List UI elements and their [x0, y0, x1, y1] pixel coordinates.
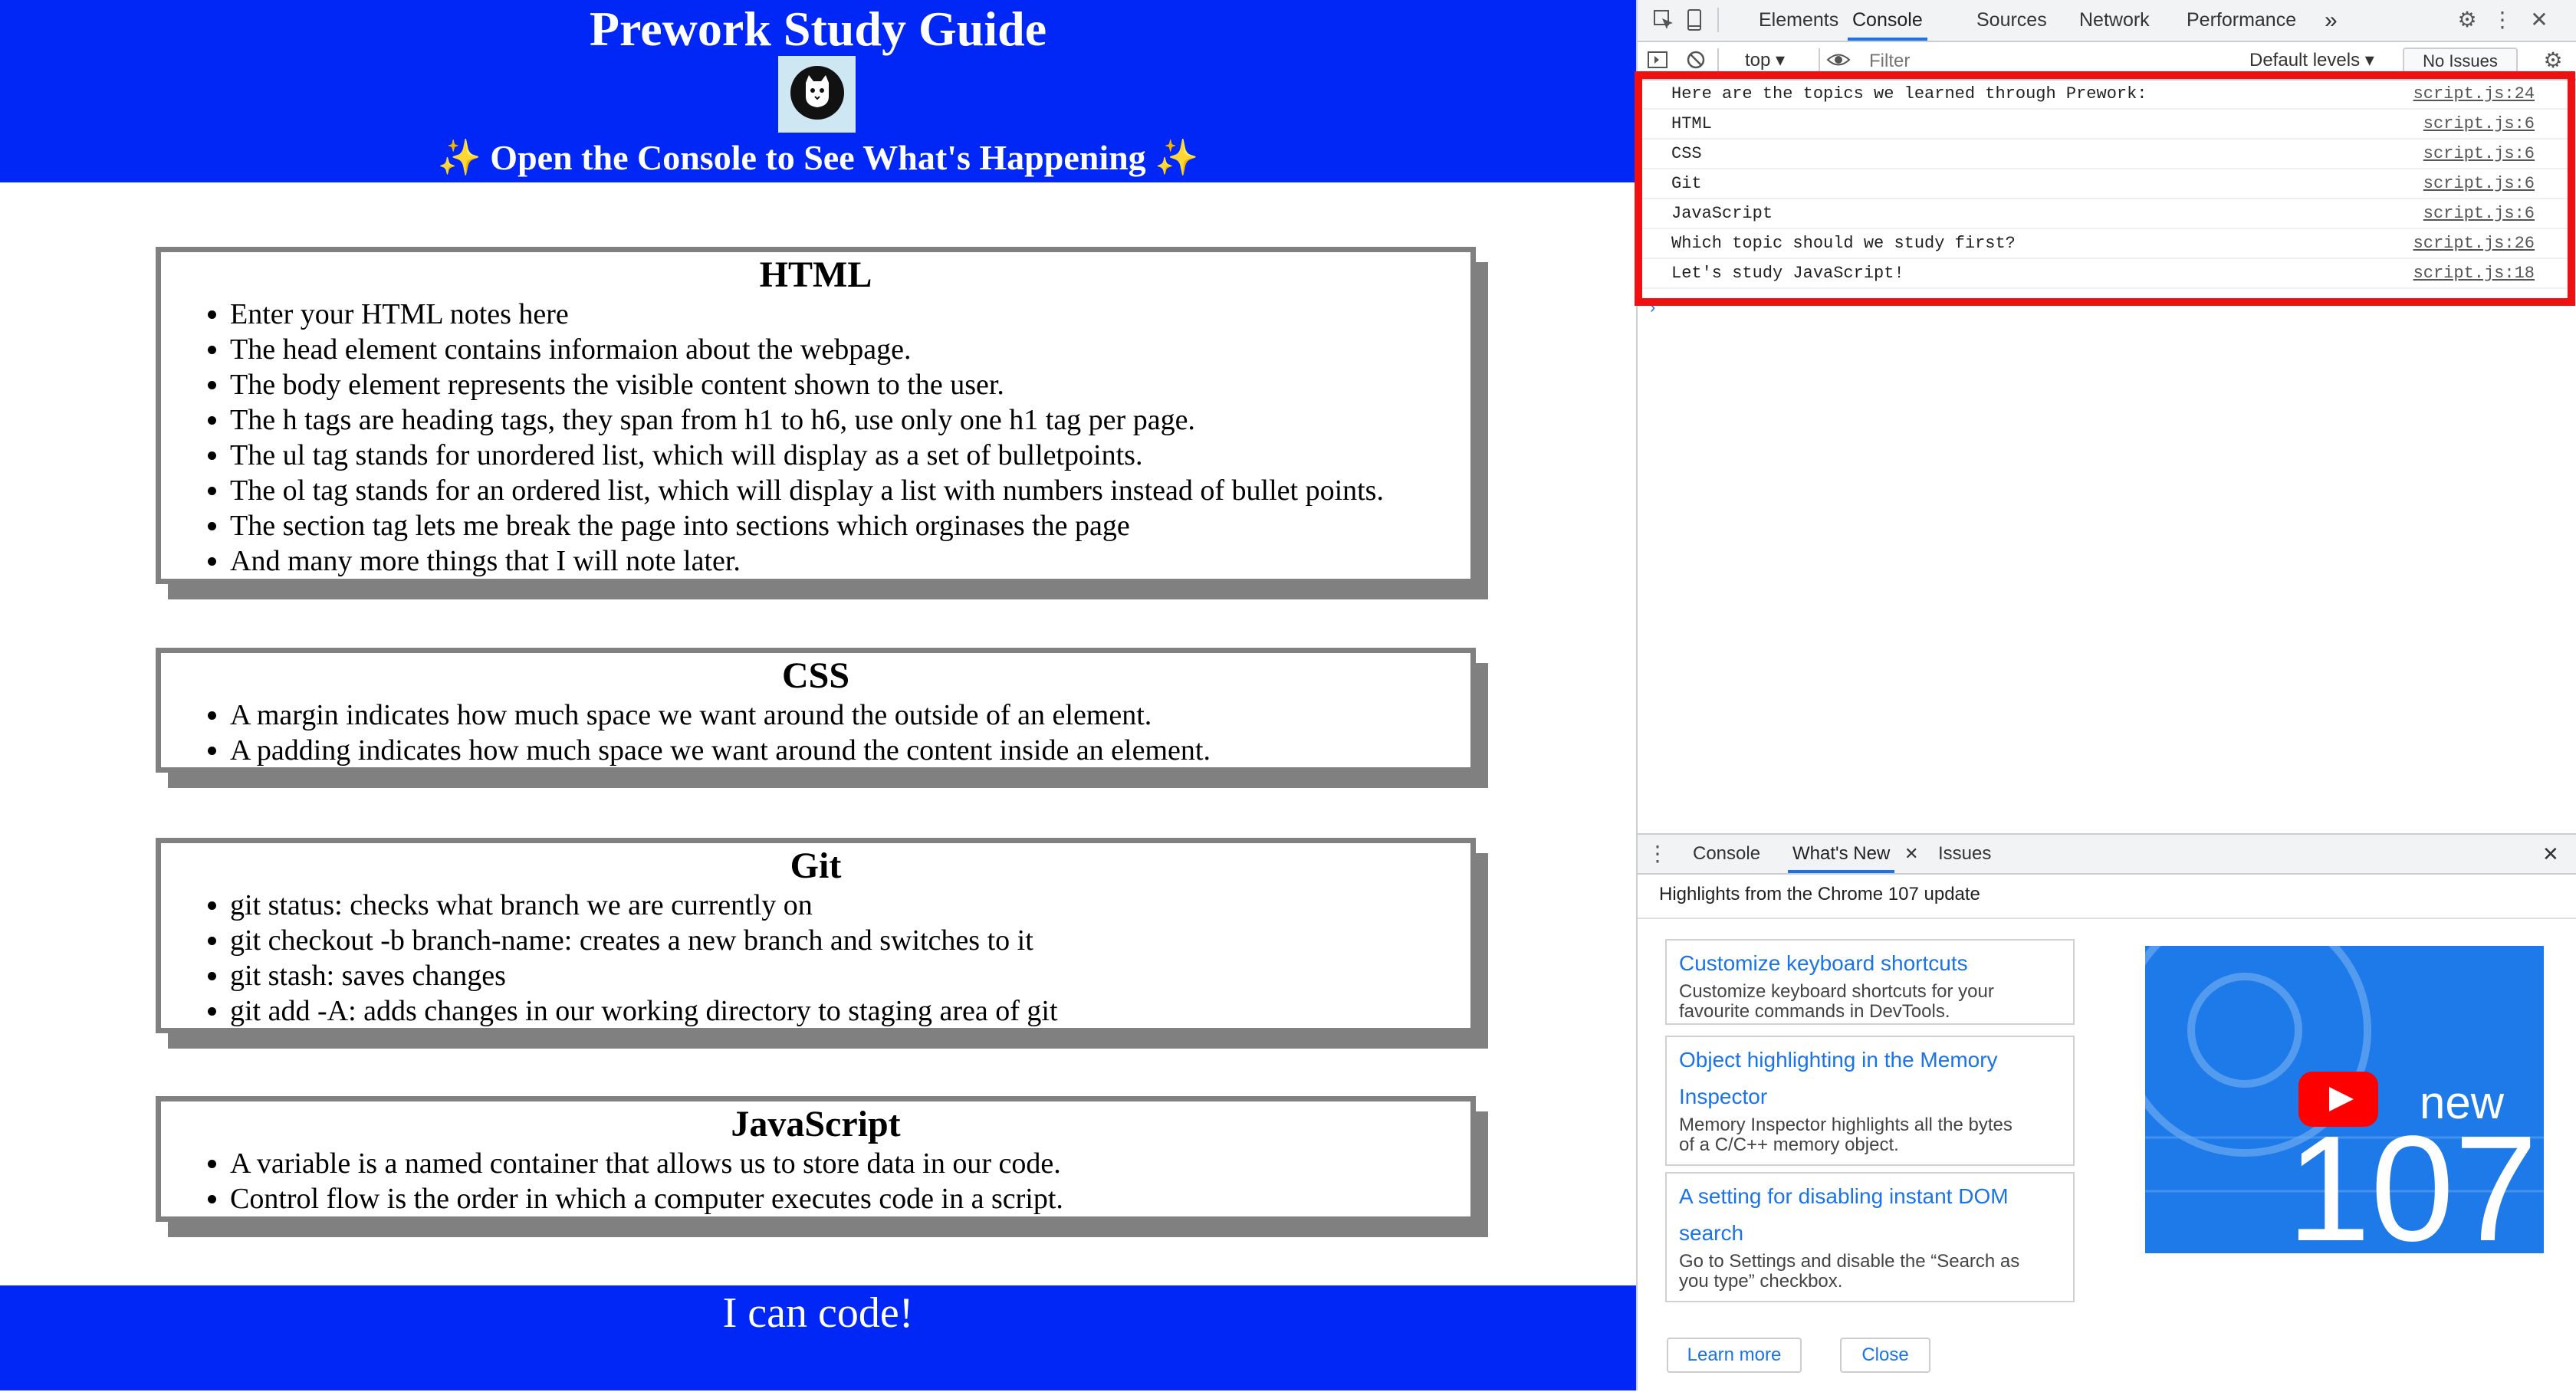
sidebar-toggle-icon[interactable] [1645, 48, 1670, 73]
feature-link[interactable]: Object highlighting in the Memory [1679, 1042, 2061, 1078]
cat-logo-icon [778, 56, 856, 133]
close-button[interactable]: Close [1840, 1338, 1930, 1373]
feature-link[interactable]: search [1679, 1215, 2061, 1252]
page-footer: I can code! [0, 1285, 1636, 1390]
section-heading: HTML [759, 254, 872, 295]
feature-card: Object highlighting in the Memory Inspec… [1665, 1036, 2075, 1166]
list-item: And many more things that I will note la… [230, 543, 1470, 579]
eye-icon[interactable] [1826, 48, 1851, 73]
devtools-drawer: ⋮ Console What's New ✕ Issues ✕ Highligh… [1638, 833, 2576, 1392]
section-javascript: JavaScript A variable is a named contain… [156, 1096, 1476, 1222]
drawer-tab-bar: ⋮ Console What's New ✕ Issues ✕ [1638, 835, 2576, 875]
devtools-panel: Elements Console Sources Network Perform… [1635, 0, 2576, 1392]
list-item: A margin indicates how much space we wan… [230, 698, 1470, 733]
feature-link[interactable]: A setting for disabling instant DOM [1679, 1178, 2061, 1215]
section-list: A variable is a named container that all… [161, 1146, 1470, 1216]
clear-console-icon[interactable] [1684, 48, 1708, 73]
promo-version-label: 107 [2287, 1105, 2538, 1254]
list-item: git checkout -b branch-name: creates a n… [230, 923, 1470, 958]
feature-card: A setting for disabling instant DOM sear… [1665, 1172, 2075, 1302]
list-item: A padding indicates how much space we wa… [230, 733, 1470, 768]
footer-text: I can code! [722, 1289, 914, 1337]
list-item: The h tags are heading tags, they span f… [230, 402, 1470, 438]
list-item: A variable is a named container that all… [230, 1146, 1470, 1181]
page-subtitle: ✨ Open the Console to See What's Happeni… [437, 138, 1199, 177]
list-item: Control flow is the order in which a com… [230, 1181, 1470, 1216]
list-item: git status: checks what branch we are cu… [230, 888, 1470, 923]
toolbar-divider [1717, 48, 1719, 73]
list-item: The ul tag stands for unordered list, wh… [230, 438, 1470, 473]
drawer-tab-issues[interactable]: Issues [1938, 835, 1991, 873]
learn-more-button[interactable]: Learn more [1667, 1338, 1802, 1373]
more-tabs-icon[interactable]: » [2325, 0, 2338, 41]
list-item: git stash: saves changes [230, 958, 1470, 993]
tab-sources[interactable]: Sources [1976, 0, 2047, 41]
feature-card: Customize keyboard shortcuts Customize k… [1665, 939, 2075, 1025]
section-heading: JavaScript [731, 1104, 901, 1144]
close-whats-new-icon[interactable]: ✕ [1904, 835, 1918, 873]
feature-link[interactable]: Customize keyboard shortcuts [1679, 945, 2061, 982]
list-item: The ol tag stands for an ordered list, w… [230, 473, 1470, 508]
list-item: The head element contains informaion abo… [230, 332, 1470, 367]
tab-performance[interactable]: Performance [2187, 0, 2296, 41]
feature-description: favourite commands in DevTools. [1679, 1001, 1950, 1022]
list-item: Enter your HTML notes here [230, 297, 1470, 332]
close-devtools-icon[interactable]: ✕ [2527, 8, 2551, 32]
feature-description: Memory Inspector highlights all the byte… [1679, 1115, 2013, 1135]
tab-console[interactable]: Console [1848, 0, 1927, 41]
section-list: Enter your HTML notes here The head elem… [161, 297, 1470, 579]
list-item: The section tag lets me break the page i… [230, 508, 1470, 543]
tab-network[interactable]: Network [2079, 0, 2150, 41]
list-item: The body element represents the visible … [230, 367, 1470, 402]
section-git: Git git status: checks what branch we ar… [156, 838, 1476, 1033]
feature-link[interactable]: Inspector [1679, 1078, 2061, 1115]
section-css: CSS A margin indicates how much space we… [156, 648, 1476, 773]
settings-gear-icon[interactable]: ⚙ [2455, 8, 2479, 32]
console-settings-icon[interactable]: ⚙ [2541, 48, 2565, 73]
page-title: Prework Study Guide [589, 2, 1047, 56]
section-html: HTML Enter your HTML notes here The head… [156, 247, 1476, 584]
chrome-107-promo-image[interactable]: new 107 [2145, 946, 2544, 1253]
highlight-annotation-box [1635, 71, 2575, 306]
highlights-heading: Highlights from the Chrome 107 update [1659, 884, 1980, 904]
feature-description: Go to Settings and disable the “Search a… [1679, 1251, 2020, 1272]
device-toolbar-icon[interactable] [1682, 8, 1707, 32]
feature-description: of a C/C++ memory object. [1679, 1134, 1899, 1155]
feature-description: you type” checkbox. [1679, 1271, 1843, 1292]
feature-description: Customize keyboard shortcuts for your [1679, 981, 1994, 1002]
list-item: git add -A: adds changes in our working … [230, 993, 1470, 1029]
study-guide-page: Prework Study Guide ✨ Open the Console t… [0, 0, 1636, 1390]
issues-counter[interactable]: No Issues [2403, 48, 2518, 74]
section-list: A margin indicates how much space we wan… [161, 698, 1470, 768]
toolbar-divider [1717, 8, 1719, 32]
section-list: git status: checks what branch we are cu… [161, 888, 1470, 1029]
page-header: Prework Study Guide ✨ Open the Console t… [0, 0, 1636, 182]
tab-elements[interactable]: Elements [1759, 0, 1838, 41]
section-heading: CSS [781, 655, 850, 696]
drawer-tab-console[interactable]: Console [1693, 835, 1760, 873]
inspect-element-icon[interactable] [1651, 8, 1676, 32]
close-drawer-icon[interactable]: ✕ [2542, 835, 2559, 873]
devtools-tab-bar: Elements Console Sources Network Perform… [1638, 0, 2576, 42]
drawer-menu-icon[interactable]: ⋮ [1645, 842, 1670, 866]
toolbar-divider [1819, 48, 1820, 73]
divider [1638, 918, 2576, 919]
drawer-tab-whats-new[interactable]: What's New [1788, 835, 1895, 873]
section-heading: Git [790, 845, 842, 886]
kebab-menu-icon[interactable]: ⋮ [2490, 8, 2515, 32]
